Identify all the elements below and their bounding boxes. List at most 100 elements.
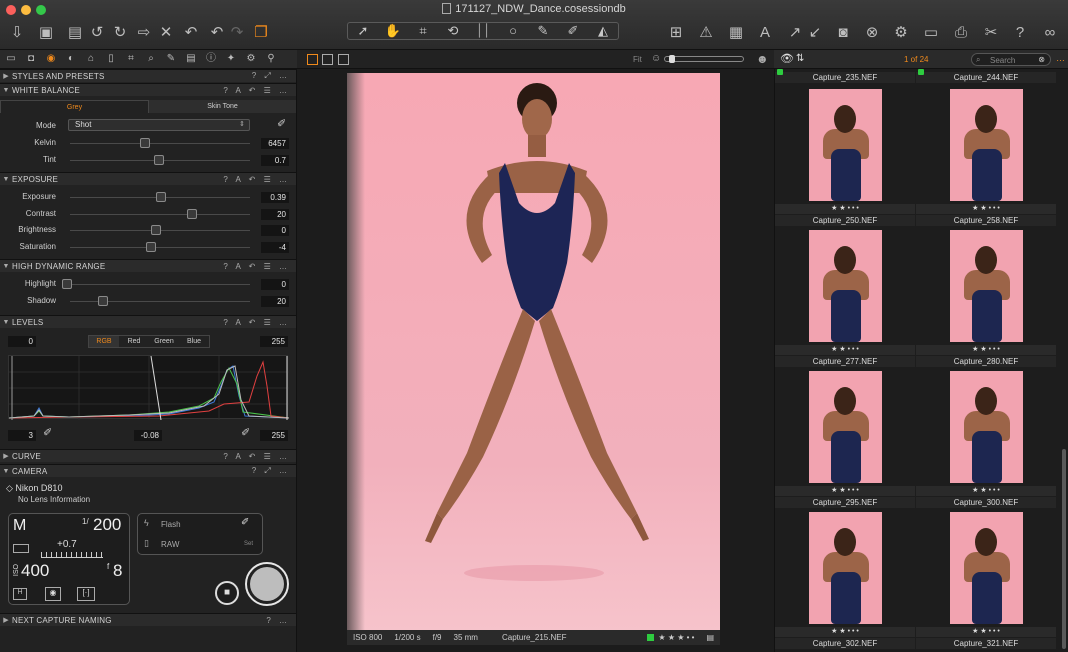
slider-value[interactable]: 0.39 (261, 192, 289, 203)
collapse-arrow-icon[interactable]: ▶ (0, 616, 12, 624)
thumbnail-image[interactable] (950, 230, 1023, 342)
thumb-filename[interactable]: Capture_280.NEF (916, 356, 1056, 367)
expand-arrow-icon[interactable]: ▼ (0, 319, 12, 326)
thumb-name-top-right[interactable]: Capture_244.NEF (916, 72, 1056, 83)
tab-rgb[interactable]: RGB (89, 336, 119, 347)
slider-track[interactable] (70, 213, 250, 215)
brush-tool-icon[interactable]: ✎ (528, 23, 558, 39)
import-icon[interactable]: ⇩ (8, 22, 26, 42)
settings-gear-icon[interactable]: ⚙ (892, 22, 910, 42)
thumb-name-top-left[interactable]: Capture_235.NEF (775, 72, 915, 83)
crop-tab-icon[interactable]: ⌗ (124, 52, 138, 66)
variants-icon[interactable]: ❐ (251, 22, 271, 42)
kelvin-value[interactable]: 6457 (261, 138, 289, 149)
thumb-filename[interactable]: Capture_300.NEF (916, 497, 1056, 508)
section-controls-icon[interactable]: ? … (266, 616, 296, 625)
next-capture-section-header[interactable]: ▶ NEXT CAPTURE NAMING ? … (0, 613, 296, 626)
thumb-filename[interactable]: Capture_295.NEF (775, 497, 915, 508)
exposure-compensation[interactable]: +0.7 (57, 539, 77, 550)
details-tab-icon[interactable]: ⌕ (144, 52, 158, 66)
thumb-filename[interactable]: Capture_258.NEF (916, 215, 1056, 226)
multi-view-icon[interactable] (307, 54, 318, 65)
white-point-eyedropper-icon[interactable]: ✐ (241, 426, 250, 439)
clear-search-icon[interactable]: ⊗ (1038, 55, 1045, 64)
exposure-mode[interactable]: M (13, 517, 26, 535)
info-toggle-icon[interactable]: ▤ (706, 633, 714, 642)
pan-tool-icon[interactable]: ✋ (378, 23, 408, 39)
thumbnail-image[interactable] (809, 89, 882, 201)
eyedropper-icon[interactable]: ✐ (277, 117, 286, 130)
view-options-eye-icon[interactable]: 👁 (780, 52, 794, 65)
levels-midtone[interactable]: -0.08 (134, 430, 162, 441)
thumb-rating[interactable]: ★ ★ • • • (916, 627, 1056, 637)
thumb-filename[interactable]: Capture_321.NEF (916, 638, 1056, 649)
composition-tab-icon[interactable]: ▯ (104, 52, 118, 66)
hdr-section-header[interactable]: ▼ HIGH DYNAMIC RANGE ? A ↶ ☰ … (0, 259, 296, 272)
tab-red[interactable]: Red (119, 336, 149, 347)
single-view-icon[interactable] (322, 54, 333, 65)
thumbnail-cell[interactable]: ★ ★ • • • Capture_300.NEF (916, 369, 1056, 509)
batch-tab-icon[interactable]: ⚙ (244, 52, 258, 66)
slider-knob[interactable] (145, 241, 156, 252)
thumbnail-cell[interactable]: ★ ★ • • • Capture_258.NEF (916, 87, 1056, 227)
levels-input-low[interactable]: 0 (8, 336, 36, 347)
metering-icon[interactable]: ◉ (45, 587, 61, 601)
levels-output-low[interactable]: 3 (8, 430, 36, 441)
slider-knob[interactable] (97, 295, 108, 306)
levels-histogram[interactable] (8, 355, 290, 421)
glasses-icon[interactable]: ∞ (1038, 22, 1062, 42)
collapse-arrow-icon[interactable]: ▶ (0, 452, 12, 460)
color-tag-icon[interactable] (777, 69, 783, 75)
set-eyedropper-icon[interactable]: ✐ (241, 517, 249, 528)
thumbnail-image[interactable] (950, 371, 1023, 483)
main-photo[interactable] (347, 73, 720, 630)
kelvin-slider-knob[interactable] (140, 138, 150, 148)
keystone-tool-icon[interactable]: ⏐⏐ (468, 23, 498, 39)
thumbnail-image[interactable] (950, 89, 1023, 201)
slider-value[interactable]: 20 (261, 295, 289, 307)
color-tag-icon[interactable] (918, 69, 924, 75)
section-controls-icon[interactable]: ? A ↶ ☰ … (223, 175, 296, 184)
grid-view-icon[interactable]: ⊞ (667, 22, 685, 42)
collapse-arrow-icon[interactable]: ▶ (0, 72, 12, 80)
kelvin-slider-track[interactable] (70, 143, 250, 144)
capture-icon[interactable]: ▣ (37, 22, 55, 42)
section-controls-icon[interactable]: ? A ↶ ☰ … (223, 86, 296, 95)
exposure-section-header[interactable]: ▼ EXPOSURE ? A ↶ ☰ … (0, 172, 296, 185)
gradient-tool-icon[interactable]: ◭ (588, 23, 618, 39)
tab-blue[interactable]: Blue (179, 336, 209, 347)
thumb-filename[interactable]: Capture_277.NEF (775, 356, 915, 367)
apply-adjustments-icon[interactable]: ↙ (806, 22, 824, 42)
camera-icon[interactable]: ▤ (66, 22, 84, 42)
undo-icon[interactable]: ↶ (182, 22, 200, 42)
tint-slider-knob[interactable] (154, 155, 164, 165)
move-icon[interactable]: ⇨ (135, 22, 153, 42)
aperture-value[interactable]: 8 (113, 561, 122, 581)
thumb-rating[interactable]: ★ ★ • • • (916, 486, 1056, 496)
rotate-tool-icon[interactable]: ⟲ (438, 23, 468, 39)
expand-arrow-icon[interactable]: ▼ (0, 468, 12, 475)
copy-adjustments-icon[interactable]: ↗ (786, 22, 804, 42)
output-tab-icon[interactable]: ▤ (184, 52, 198, 66)
section-controls-icon[interactable]: ? ⤢ … (252, 466, 296, 476)
thumbnail-image[interactable] (809, 230, 882, 342)
thumb-rating[interactable]: ★ ★ • • • (916, 204, 1056, 214)
delete-icon[interactable]: ✕ (157, 22, 175, 42)
thumbnail-cell[interactable]: ★ ★ • • • Capture_280.NEF (916, 228, 1056, 368)
thumb-rating[interactable]: ★ ★ • • • (775, 345, 915, 355)
levels-input-high[interactable]: 255 (260, 336, 288, 347)
zoom-slider[interactable] (664, 55, 744, 63)
expand-arrow-icon[interactable]: ▼ (0, 87, 12, 94)
thumbnail-image[interactable] (950, 512, 1023, 624)
thumb-rating[interactable]: ★ ★ • • • (775, 204, 915, 214)
thumbnail-image[interactable] (809, 512, 882, 624)
color-tag-icon[interactable] (647, 634, 655, 641)
adjustments-tab-icon[interactable]: ✦ (224, 52, 238, 66)
camera-section-header[interactable]: ▼ CAMERA ? ⤢ … (0, 464, 296, 477)
black-point-eyedropper-icon[interactable]: ✐ (43, 426, 52, 439)
zoom-fit-label[interactable]: Fit (633, 55, 642, 64)
zoom-slider-knob[interactable] (669, 55, 675, 63)
slider-value[interactable]: 0 (261, 225, 289, 236)
slider-knob[interactable] (186, 208, 197, 219)
camera-model[interactable]: ◇ Nikon D810 (6, 483, 62, 494)
